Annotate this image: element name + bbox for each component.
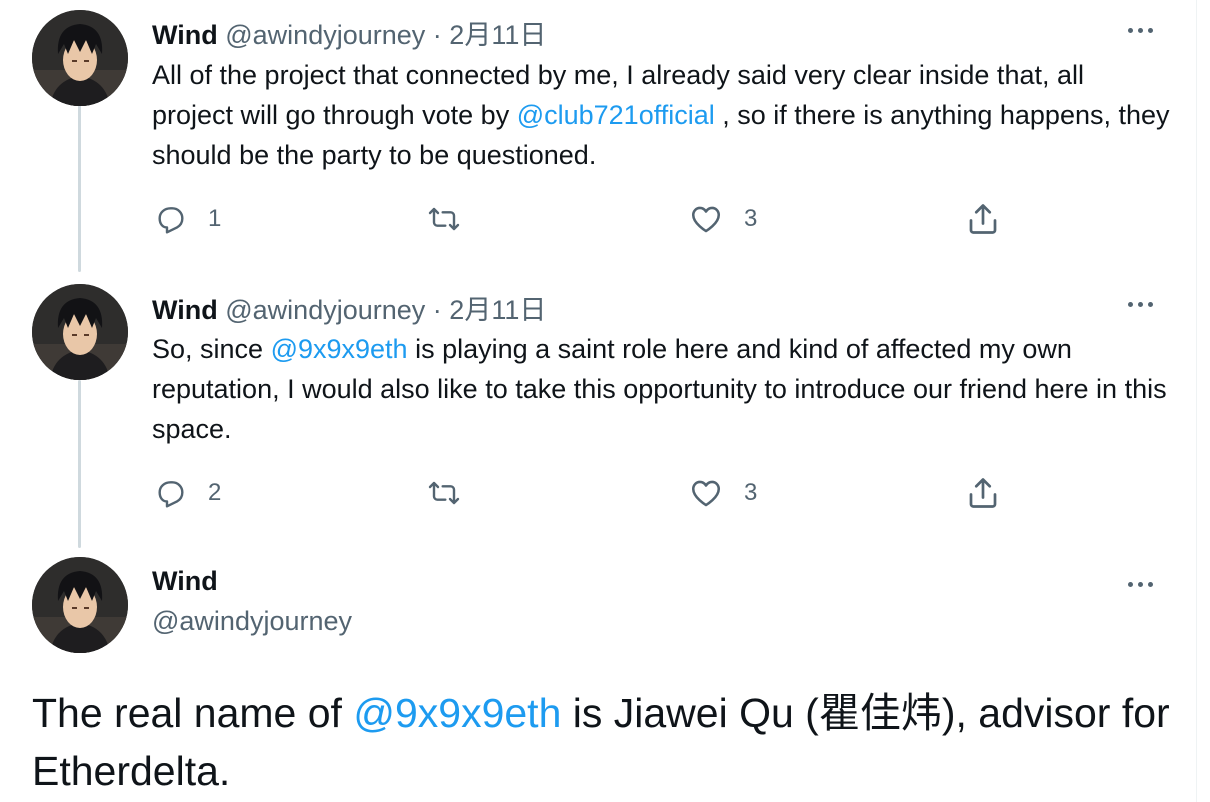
tweet-text: All of the project that connected by me,… <box>152 55 1172 175</box>
more-icon[interactable] <box>1128 20 1162 40</box>
tweet-date[interactable]: 2月11日 <box>449 295 546 325</box>
author-name[interactable]: Wind <box>152 295 218 325</box>
avatar[interactable] <box>32 557 128 653</box>
like-button[interactable]: 3 <box>688 202 757 236</box>
thread-line <box>78 380 81 548</box>
author-name[interactable]: Wind <box>152 20 218 50</box>
reply-icon <box>158 481 184 508</box>
retweet-icon <box>428 481 460 505</box>
tweet-text: So, since @9x9x9eth is playing a saint r… <box>152 329 1172 449</box>
retweet-button[interactable] <box>425 203 483 235</box>
like-icon <box>691 480 721 507</box>
reply-button[interactable]: 2 <box>154 477 221 509</box>
mention-link[interactable]: @9x9x9eth <box>271 334 408 364</box>
separator: · <box>432 20 442 50</box>
author-name[interactable]: Wind <box>152 566 218 597</box>
like-icon <box>691 206 721 233</box>
separator: · <box>432 295 442 325</box>
avatar[interactable] <box>32 284 128 380</box>
like-count: 3 <box>744 205 758 232</box>
avatar-image <box>32 557 128 653</box>
tweet-text-part: The real name of <box>32 690 354 736</box>
author-handle[interactable]: @awindyjourney <box>225 295 425 325</box>
tweet-header: Wind @awindyjourney · 2月11日 <box>152 288 546 327</box>
more-icon[interactable] <box>1128 574 1162 594</box>
reply-count: 2 <box>208 479 222 506</box>
more-icon[interactable] <box>1128 294 1162 314</box>
reply-button[interactable]: 1 <box>154 203 221 235</box>
avatar[interactable] <box>32 10 128 106</box>
author-handle[interactable]: @awindyjourney <box>152 606 352 637</box>
avatar-image <box>32 284 128 380</box>
reply-icon <box>158 207 184 234</box>
reply-count: 1 <box>208 205 222 232</box>
avatar-image <box>32 10 128 106</box>
share-icon <box>969 204 997 234</box>
retweet-icon <box>428 207 460 231</box>
author-handle[interactable]: @awindyjourney <box>225 20 425 50</box>
share-icon <box>969 478 997 508</box>
tweet-date[interactable]: 2月11日 <box>449 20 546 50</box>
timeline-border <box>1196 0 1197 802</box>
mention-link[interactable]: @club721official <box>517 100 715 130</box>
tweet-header: Wind @awindyjourney · 2月11日 <box>152 13 546 52</box>
tweet-text-part: So, since <box>152 334 271 364</box>
share-button[interactable] <box>965 201 1001 237</box>
like-button[interactable]: 3 <box>688 476 757 510</box>
share-button[interactable] <box>965 475 1001 511</box>
mention-link[interactable]: @9x9x9eth <box>353 690 561 736</box>
like-count: 3 <box>744 479 758 506</box>
main-tweet-text: The real name of @9x9x9eth is Jiawei Qu … <box>32 684 1172 800</box>
thread-line <box>78 104 81 272</box>
retweet-button[interactable] <box>425 477 483 509</box>
